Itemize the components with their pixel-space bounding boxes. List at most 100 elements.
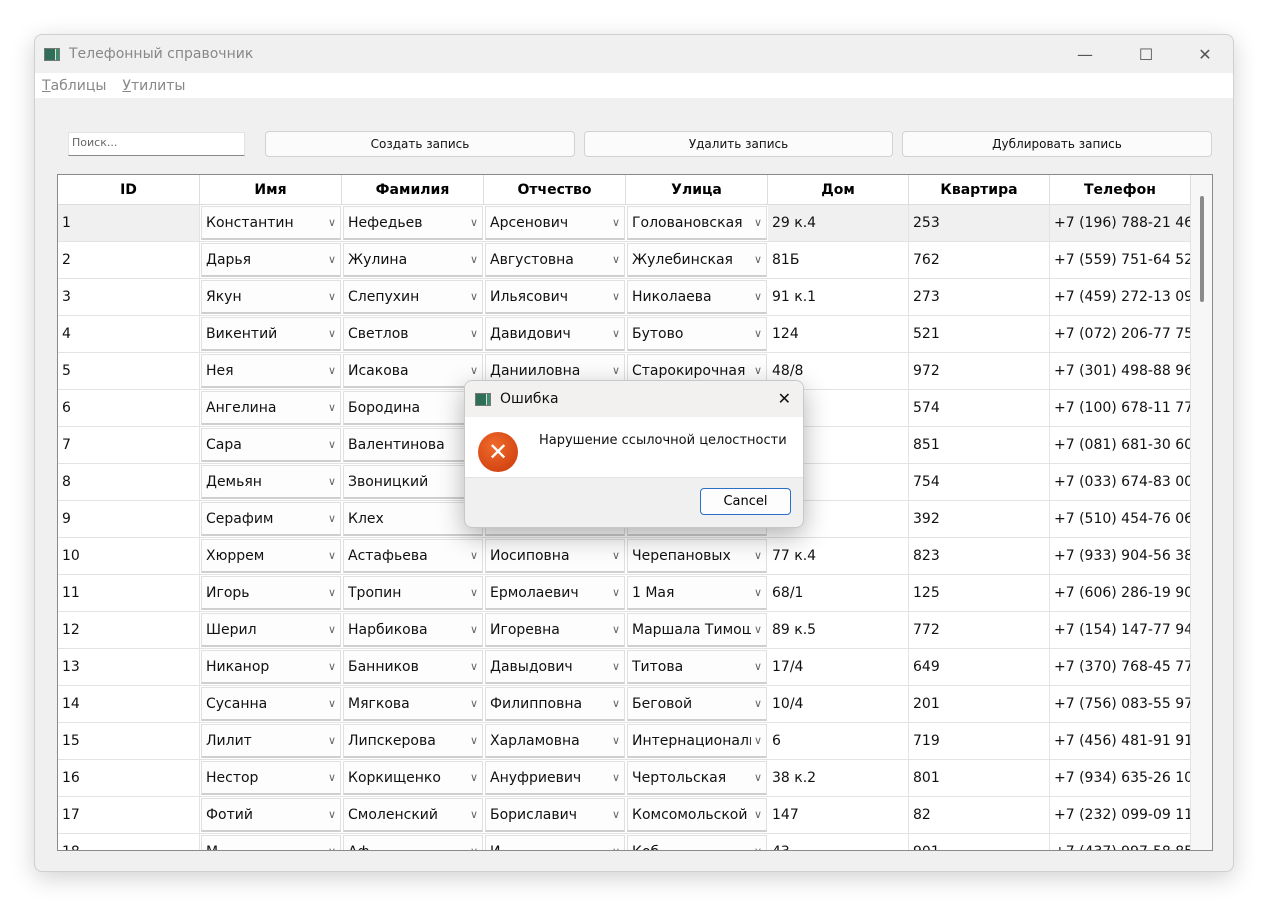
chevron-down-icon[interactable]: ∨ <box>470 623 478 636</box>
table-row[interactable]: 18М∨Аф∨И∨Коб∨43901+7 (437) 997-58 85 <box>58 834 1212 850</box>
chevron-down-icon[interactable]: ∨ <box>328 549 336 562</box>
table-cell[interactable]: +7 (606) 286-19 90 <box>1050 575 1191 611</box>
table-cell[interactable]: 16 <box>58 760 200 796</box>
chevron-down-icon[interactable]: ∨ <box>470 808 478 821</box>
cell-combobox[interactable]: Нестор ∨ <box>201 761 341 795</box>
table-cell[interactable]: 12 <box>58 612 200 648</box>
cell-combobox[interactable]: Комсомольской ∨ <box>627 798 767 832</box>
cell-combobox[interactable]: Светлов ∨ <box>343 317 483 351</box>
chevron-down-icon[interactable]: ∨ <box>612 364 620 377</box>
table-row[interactable]: 14 Сусанна ∨ Мягкова ∨ Филипповна ∨ Беговой ∨ 10/… <box>58 686 1212 723</box>
menu-utilities[interactable]: Утилиты <box>122 78 185 94</box>
cell-combobox[interactable]: Давидович ∨ <box>485 317 625 351</box>
table-cell[interactable]: 10 <box>58 538 200 574</box>
cell-combobox[interactable]: Чертольская ∨ <box>627 761 767 795</box>
column-header[interactable]: Квартира <box>909 175 1050 204</box>
table-cell[interactable]: +7 (232) 099-09 11 <box>1050 797 1191 833</box>
chevron-down-icon[interactable]: ∨ <box>470 253 478 266</box>
vertical-scrollbar[interactable] <box>1191 175 1212 850</box>
table-cell[interactable]: 649 <box>909 649 1050 685</box>
table-cell[interactable]: 91 к.1 <box>768 279 909 315</box>
cell-combobox[interactable]: Филипповна ∨ <box>485 687 625 721</box>
cell-combobox[interactable]: Жулина ∨ <box>343 243 483 277</box>
cell-combobox[interactable]: Дарья ∨ <box>201 243 341 277</box>
cell-combobox[interactable]: Бориславич ∨ <box>485 798 625 832</box>
table-cell[interactable]: 147 <box>768 797 909 833</box>
chevron-down-icon[interactable]: ∨ <box>754 253 762 266</box>
table-cell[interactable]: 2 <box>58 242 200 278</box>
cell-combobox[interactable]: Голованoвская ∨ <box>627 206 767 240</box>
cell-combobox[interactable]: Титова ∨ <box>627 650 767 684</box>
table-cell[interactable]: +7 (081) 681-30 60 <box>1050 427 1191 463</box>
table-row[interactable]: 11 Игорь ∨ Тропин ∨ Ермолаевич ∨ 1 Мая ∨ 68/1 125 +… <box>58 575 1212 612</box>
cell-combobox[interactable]: Коркищенко ∨ <box>343 761 483 795</box>
cell-combobox[interactable]: И∨ <box>485 835 625 850</box>
cell-combobox[interactable]: Аф ∨ <box>343 835 483 850</box>
table-cell[interactable]: 81Б <box>768 242 909 278</box>
table-cell[interactable]: 5 <box>58 353 200 389</box>
chevron-down-icon[interactable]: ∨ <box>328 734 336 747</box>
table-cell[interactable]: 29 к.4 <box>768 205 909 241</box>
chevron-down-icon[interactable]: ∨ <box>470 771 478 784</box>
chevron-down-icon[interactable]: ∨ <box>754 549 762 562</box>
table-cell[interactable]: 17 <box>58 797 200 833</box>
table-cell[interactable]: 8 <box>58 464 200 500</box>
cell-combobox[interactable]: Смоленский ∨ <box>343 798 483 832</box>
chevron-down-icon[interactable]: ∨ <box>470 734 478 747</box>
chevron-down-icon[interactable]: ∨ <box>612 771 620 784</box>
column-header[interactable]: Дом <box>768 175 909 204</box>
chevron-down-icon[interactable]: ∨ <box>754 290 762 303</box>
cell-combobox[interactable]: Нарбикова ∨ <box>343 613 483 647</box>
chevron-down-icon[interactable]: ∨ <box>470 290 478 303</box>
table-cell[interactable]: 521 <box>909 316 1050 352</box>
column-header[interactable]: Имя <box>200 175 342 204</box>
cell-combobox[interactable]: Николаева ∨ <box>627 280 767 314</box>
table-cell[interactable]: 11 <box>58 575 200 611</box>
chevron-down-icon[interactable]: ∨ <box>328 660 336 673</box>
column-header[interactable]: Улица <box>626 175 768 204</box>
chevron-down-icon[interactable]: ∨ <box>470 216 478 229</box>
table-row[interactable]: 1 Константин ∨ Нефедьев ∨ Арсенович ∨ Голованoв… <box>58 205 1212 242</box>
table-cell[interactable]: +7 (934) 635-26 10 <box>1050 760 1191 796</box>
table-cell[interactable]: 14 <box>58 686 200 722</box>
cell-combobox[interactable]: Ильясович ∨ <box>485 280 625 314</box>
cell-combobox[interactable]: Августовна ∨ <box>485 243 625 277</box>
minimize-button[interactable]: — <box>1057 35 1113 73</box>
duplicate-record-button[interactable]: Дублировать запись <box>902 131 1212 157</box>
table-cell[interactable]: 253 <box>909 205 1050 241</box>
chevron-down-icon[interactable]: ∨ <box>754 364 762 377</box>
chevron-down-icon[interactable]: ∨ <box>754 697 762 710</box>
cell-combobox[interactable]: Беговой ∨ <box>627 687 767 721</box>
chevron-down-icon[interactable]: ∨ <box>612 216 620 229</box>
table-cell[interactable]: 851 <box>909 427 1050 463</box>
chevron-down-icon[interactable]: ∨ <box>328 623 336 636</box>
table-cell[interactable]: +7 (756) 083-55 97 <box>1050 686 1191 722</box>
cell-combobox[interactable]: Шерил ∨ <box>201 613 341 647</box>
table-cell[interactable]: 68/1 <box>768 575 909 611</box>
cancel-button[interactable]: Cancel <box>700 488 791 515</box>
chevron-down-icon[interactable]: ∨ <box>328 290 336 303</box>
table-cell[interactable]: 201 <box>909 686 1050 722</box>
cell-combobox[interactable]: Харламовна ∨ <box>485 724 625 758</box>
table-cell[interactable]: 772 <box>909 612 1050 648</box>
table-row[interactable]: 2 Дарья ∨ Жулина ∨ Августовна ∨ Жулебинская ∨ 81Б… <box>58 242 1212 279</box>
cell-combobox[interactable]: Нефедьев ∨ <box>343 206 483 240</box>
table-cell[interactable]: 823 <box>909 538 1050 574</box>
cell-combobox[interactable]: Серафим ∨ <box>201 502 341 536</box>
table-cell[interactable]: 972 <box>909 353 1050 389</box>
table-cell[interactable]: +7 (456) 481-91 91 <box>1050 723 1191 759</box>
table-row[interactable]: 13 Никанор ∨ Банников ∨ Давыдович ∨ Титова ∨ 17/4… <box>58 649 1212 686</box>
chevron-down-icon[interactable]: ∨ <box>328 364 336 377</box>
cell-combobox[interactable]: Викентий ∨ <box>201 317 341 351</box>
chevron-down-icon[interactable]: ∨ <box>328 401 336 414</box>
chevron-down-icon[interactable]: ∨ <box>612 660 620 673</box>
chevron-down-icon[interactable]: ∨ <box>328 586 336 599</box>
cell-combobox[interactable]: Астафьева ∨ <box>343 539 483 573</box>
cell-combobox[interactable]: Бородина∨ <box>343 391 483 425</box>
cell-combobox[interactable]: Арсенович ∨ <box>485 206 625 240</box>
cell-combobox[interactable]: Иосиповна ∨ <box>485 539 625 573</box>
chevron-down-icon[interactable]: ∨ <box>328 512 336 525</box>
delete-record-button[interactable]: Удалить запись <box>584 131 893 157</box>
table-row[interactable]: 16 Нестор ∨ Коркищенко ∨ Ануфриевич ∨ Чертольск… <box>58 760 1212 797</box>
cell-combobox[interactable]: Нея ∨ <box>201 354 341 388</box>
